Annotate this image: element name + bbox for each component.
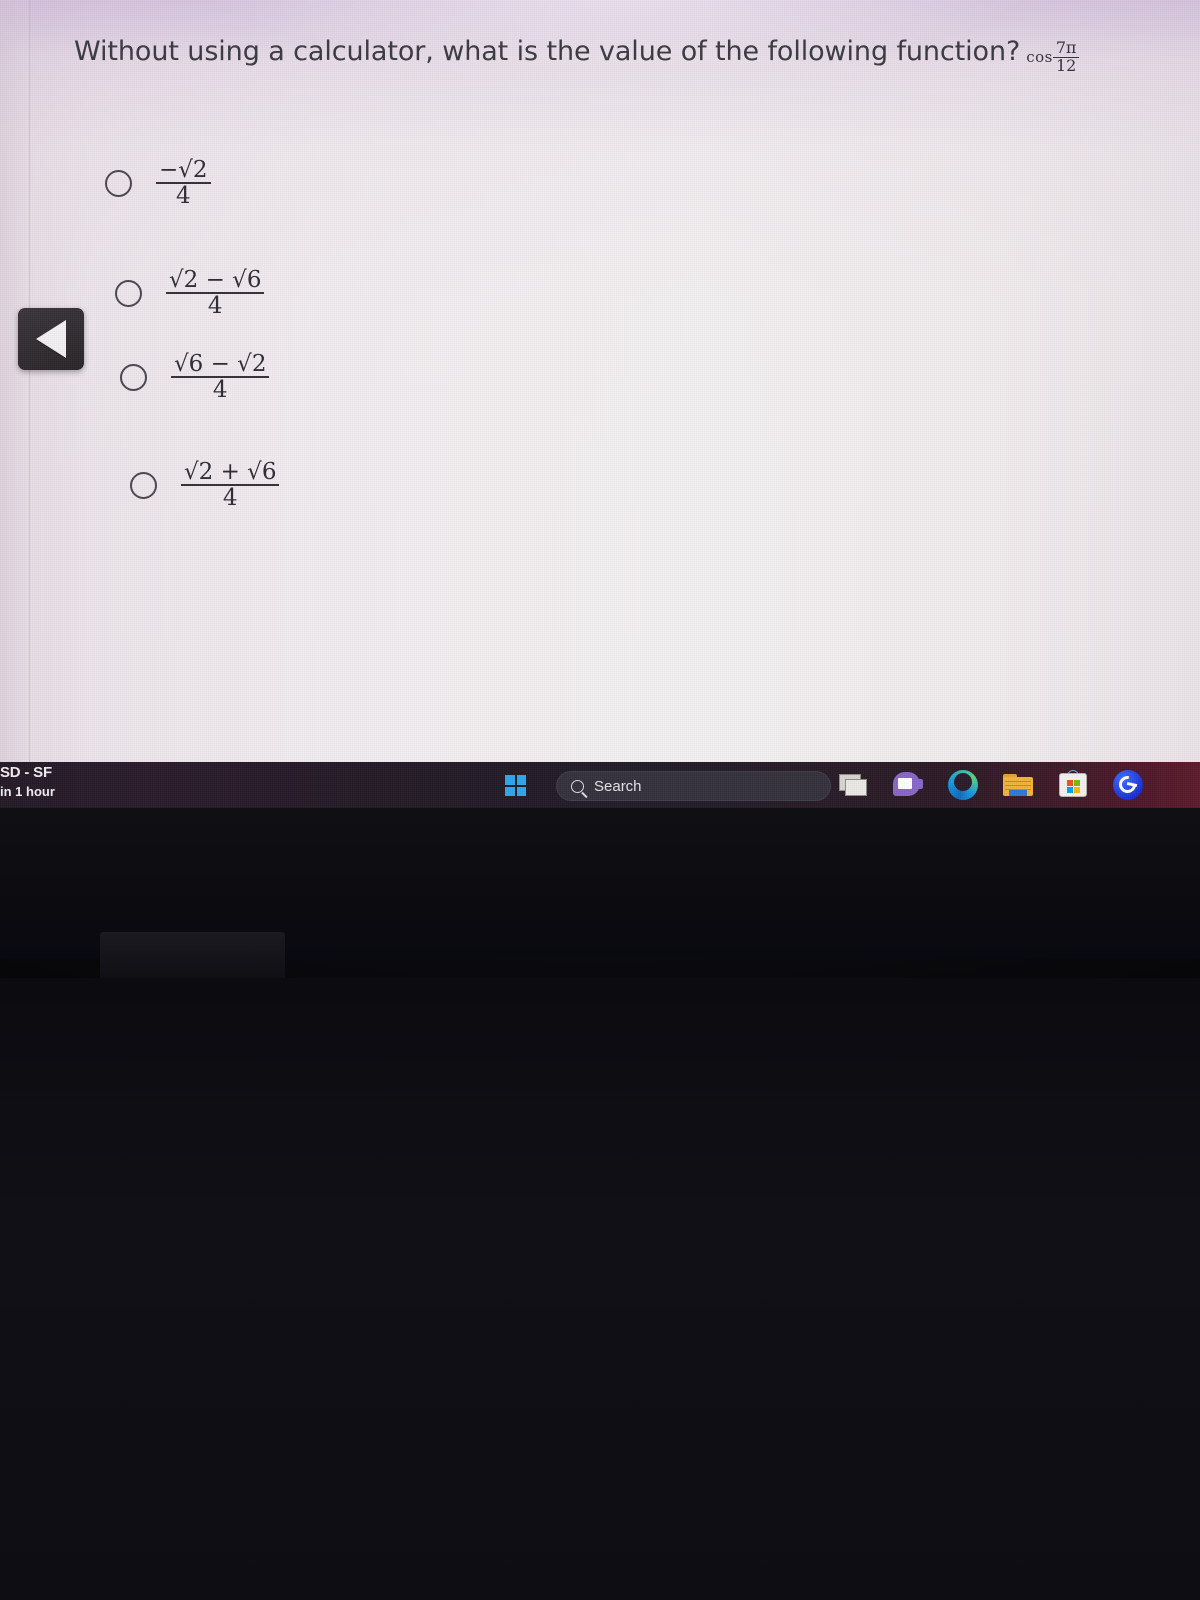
search-input[interactable]: Search (556, 771, 831, 801)
option-a-denominator: 4 (156, 182, 211, 208)
edge-icon[interactable] (946, 768, 980, 802)
taskbar-icon-group (836, 768, 1145, 802)
screenshot-root: Without using a calculator, what is the … (0, 0, 1200, 1600)
option-c-radio[interactable] (120, 363, 147, 391)
search-placeholder: Search (594, 777, 642, 795)
quiz-page: Without using a calculator, what is the … (0, 0, 1200, 768)
cos-expression: cos 7π 12 (1026, 38, 1080, 75)
option-a-numerator: −√2 (159, 157, 208, 183)
notification-subtitle: in 1 hour (0, 784, 55, 799)
cos-label: cos (1026, 48, 1053, 66)
store-quad (1067, 787, 1073, 793)
search-icon (571, 779, 584, 793)
task-view-icon[interactable] (836, 768, 870, 802)
microsoft-store-icon[interactable] (1056, 768, 1090, 802)
option-d-radio[interactable] (130, 471, 157, 499)
option-d-numerator: √2 + √6 (184, 459, 277, 485)
teams-camera (913, 779, 923, 789)
option-d-fraction: √2 + √6 4 (181, 459, 280, 510)
windows-logo-pane (516, 775, 526, 785)
fraction-numerator: 7π (1055, 38, 1077, 58)
copilot-icon[interactable] (1111, 768, 1145, 802)
taskbar-notification[interactable]: SD - SF in 1 hour (0, 764, 180, 799)
page-title: Without using a calculator, what is the … (74, 36, 1021, 67)
option-b-denominator: 4 (166, 292, 265, 318)
fraction-denominator: 12 (1052, 57, 1080, 75)
keyboard: F1F2F3F4F5F6F7F8F9F10F11!1@2#3$4%5^6&7*8… (0, 808, 1200, 1600)
laptop-body: F1F2F3F4F5F6F7F8F9F10F11!1@2#3$4%5^6&7*8… (0, 808, 1200, 1600)
windows-logo-pane (516, 786, 526, 796)
folder-line (1005, 785, 1031, 786)
teams-icon[interactable] (891, 768, 925, 802)
option-b-numerator: √2 − √6 (169, 267, 262, 293)
store-quad (1074, 787, 1080, 793)
teams-inner (898, 778, 912, 789)
edge-cut (954, 773, 972, 791)
windows-taskbar: SD - SF in 1 hour Search (0, 762, 1200, 808)
option-c-denominator: 4 (171, 376, 270, 402)
seven-pi-over-twelve-fraction: 7π 12 (1052, 38, 1080, 75)
windows-logo-icon[interactable] (505, 775, 526, 796)
option-c-numerator: √6 − √2 (174, 351, 267, 377)
option-d-denominator: 4 (181, 484, 280, 510)
question-text-container: Without using a calculator, what is the … (74, 36, 1084, 75)
option-b-label: √2 − √6 4 (166, 267, 265, 318)
store-quad (1074, 780, 1080, 786)
laptop-screen: Without using a calculator, what is the … (0, 0, 1200, 808)
option-a-radio[interactable] (105, 169, 132, 197)
task-view-pane (845, 779, 867, 796)
option-a-row[interactable]: −√2 4 (105, 158, 211, 208)
folder-footer (1009, 790, 1027, 796)
option-b-radio[interactable] (115, 279, 142, 307)
option-b-fraction: √2 − √6 4 (166, 267, 265, 318)
left-sidebar-rail (0, 0, 30, 768)
left-arrow-icon (36, 320, 66, 358)
option-c-label: √6 − √2 4 (171, 351, 270, 402)
file-explorer-icon[interactable] (1001, 768, 1035, 802)
option-d-row[interactable]: √2 + √6 4 (130, 459, 280, 510)
windows-logo-pane (505, 775, 515, 785)
windows-logo-pane (505, 786, 515, 796)
option-b-row[interactable]: √2 − √6 4 (115, 267, 265, 318)
option-c-fraction: √6 − √2 4 (171, 351, 270, 402)
option-a-fraction: −√2 4 (156, 158, 211, 208)
option-a-label: −√2 4 (156, 158, 211, 208)
option-d-label: √2 + √6 4 (181, 459, 280, 510)
notification-title: SD - SF (0, 764, 52, 781)
option-c-row[interactable]: √6 − √2 4 (120, 351, 270, 402)
folder-line (1005, 781, 1031, 782)
back-button[interactable] (18, 308, 84, 370)
store-bag (1059, 773, 1087, 797)
store-quad (1067, 780, 1073, 786)
